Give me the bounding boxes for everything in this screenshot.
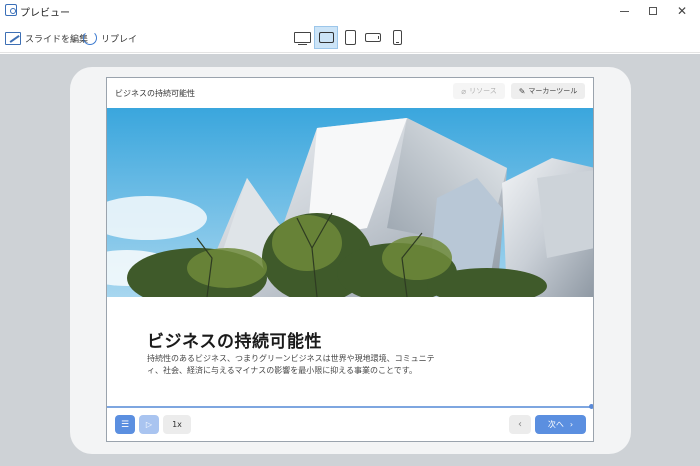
resource-label: リソース [469, 87, 497, 95]
marker-icon: ✎ [518, 86, 526, 96]
tablet-landscape-icon [318, 32, 334, 43]
device-phone-landscape-button[interactable] [362, 26, 384, 49]
slide-header: ビジネスの持続可能性 ⌀ リソース ✎ マーカーツール [107, 78, 593, 108]
play-button[interactable]: ▷ [139, 415, 159, 434]
next-button[interactable]: 次へ › [535, 415, 586, 434]
app-preview-icon [5, 4, 17, 16]
list-icon: ☰ [120, 419, 130, 430]
next-label: 次へ [547, 420, 564, 429]
slide-header-title: ビジネスの持続可能性 [115, 89, 195, 98]
device-tablet-portrait-button[interactable] [341, 26, 359, 49]
device-tablet-landscape-button[interactable] [314, 26, 338, 49]
replay-icon [83, 31, 97, 45]
edit-icon [5, 31, 21, 45]
slide: ビジネスの持続可能性 ⌀ リソース ✎ マーカーツール ビジネスの持続可能性 持… [106, 77, 594, 442]
replay-button[interactable]: リプレイ [83, 28, 137, 48]
edit-slide-label: スライドを編集 [25, 34, 89, 45]
replay-label: リプレイ [101, 34, 138, 45]
phone-portrait-icon [392, 30, 402, 45]
hero-image [107, 108, 593, 297]
edit-slide-button[interactable]: スライドを編集 [5, 28, 88, 48]
player-controls: ☰ ▷ 1x ‹ 次へ › [107, 408, 593, 441]
minimize-icon [619, 10, 629, 12]
monitor-icon [293, 32, 311, 46]
maximize-button[interactable] [638, 0, 668, 22]
marker-tool-label: マーカーツール [528, 87, 578, 95]
chevron-left-icon: ‹ [518, 419, 522, 430]
device-phone-portrait-button[interactable] [388, 26, 406, 49]
menu-list-button[interactable]: ☰ [115, 415, 135, 434]
device-desktop-button[interactable] [291, 26, 313, 49]
phone-landscape-icon [365, 33, 381, 42]
paperclip-icon: ⌀ [461, 86, 467, 96]
slide-title: ビジネスの持続可能性 [147, 332, 322, 352]
close-icon: ✕ [676, 4, 688, 18]
toolbar: スライドを編集 リプレイ [0, 22, 700, 53]
close-button[interactable]: ✕ [667, 0, 697, 22]
resource-button[interactable]: ⌀ リソース [453, 83, 505, 99]
slide-body-text: 持続性のあるビジネス、つまりグリーンビジネスは世界や現地環境、コミュニティ、社会… [147, 354, 435, 375]
minimize-button[interactable] [609, 0, 639, 22]
maximize-icon [649, 7, 657, 15]
chevron-right-icon: › [569, 420, 574, 429]
playback-speed-button[interactable]: 1x [163, 415, 191, 434]
window-title: プレビュー [20, 8, 70, 19]
tablet-portrait-icon [344, 30, 356, 45]
play-icon: ▷ [145, 420, 153, 429]
building-photo [107, 108, 593, 297]
title-bar: プレビュー ✕ [0, 0, 700, 22]
marker-tool-button[interactable]: ✎ マーカーツール [511, 83, 585, 99]
previous-button[interactable]: ‹ [509, 415, 531, 434]
